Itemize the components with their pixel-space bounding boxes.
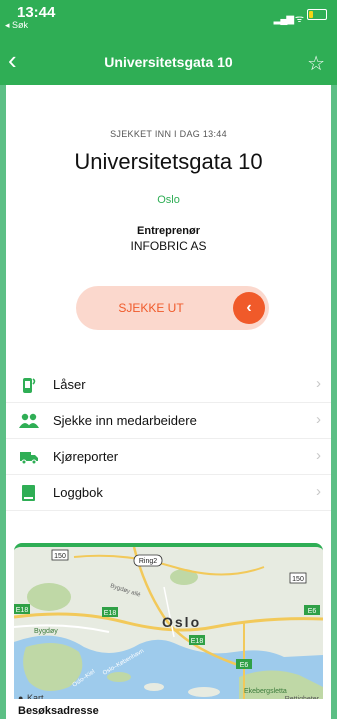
menu-item-locks[interactable]: Låser › — [6, 367, 331, 403]
map-city-label: Oslo — [162, 614, 201, 630]
favorite-star-icon[interactable]: ☆ — [307, 51, 325, 76]
app-screen: 13:44 ◂ Søk ▂▄▆ ᯤ ‹ Universitetsgata 10 … — [0, 0, 337, 719]
menu-label-locks: Låser — [53, 377, 86, 392]
status-time: 13:44 — [17, 4, 56, 21]
signal-wifi-icon: ▂▄▆ ᯤ — [273, 14, 304, 25]
checkout-chevron-icon[interactable]: ‹ — [233, 292, 265, 324]
road-label-150-east: 150 — [292, 576, 304, 583]
map-place-ekebergsletta: Ekebergsletta — [244, 688, 287, 695]
address-section: Besøksadresse — [14, 699, 323, 719]
navigation-bar: ‹ Universitetsgata 10 ☆ — [0, 44, 337, 82]
battery-icon — [307, 9, 327, 20]
road-label-e18-east: E18 — [191, 638, 204, 645]
checkin-status: SJEKKET INN I DAG 13:44 — [110, 129, 227, 139]
people-icon — [19, 411, 39, 429]
lock-phone-icon — [19, 375, 39, 393]
contractor-label: Entreprenør — [137, 225, 200, 237]
back-to-search-link[interactable]: ◂ Søk — [5, 20, 28, 31]
chevron-right-icon: › — [316, 447, 321, 464]
road-label-e18-center: E18 — [104, 610, 117, 617]
road-label-ring2: Ring2 — [139, 558, 157, 565]
road-label-150: 150 — [54, 553, 66, 560]
location-card[interactable]: 150 Ring2 150 E18 E18 E6 E18 E6 Oslo Byg… — [14, 543, 323, 719]
map-view[interactable]: 150 Ring2 150 E18 E18 E6 E18 E6 Oslo Byg… — [14, 547, 323, 707]
action-menu: Låser › Sjekke inn medarbeidere › Kjørep… — [6, 367, 331, 511]
menu-label-logbook: Loggbok — [53, 485, 103, 500]
book-icon — [19, 483, 39, 501]
road-label-e6-east: E6 — [308, 608, 317, 615]
checkout-slider-button[interactable]: SJEKKE UT ‹ — [76, 286, 269, 330]
menu-label-checkin-workers: Sjekke inn medarbeidere — [53, 413, 197, 428]
site-city: Oslo — [157, 194, 180, 206]
nav-title: Universitetsgata 10 — [104, 54, 233, 70]
chevron-right-icon: › — [316, 411, 321, 428]
site-title: Universitetsgata 10 — [74, 149, 263, 174]
map-place-bygdoy: Bygdøy — [34, 628, 58, 635]
visit-address-label: Besøksadresse — [18, 705, 99, 717]
truck-icon — [19, 447, 39, 465]
menu-item-trip-reports[interactable]: Kjøreporter › — [6, 439, 331, 475]
battery-level — [309, 11, 313, 18]
checkout-label: SJEKKE UT — [118, 301, 184, 315]
menu-item-checkin-workers[interactable]: Sjekke inn medarbeidere › — [6, 403, 331, 439]
chevron-right-icon: › — [316, 375, 321, 392]
road-label-e18-west: E18 — [16, 607, 29, 614]
status-bar: 13:44 ◂ Søk ▂▄▆ ᯤ — [0, 0, 337, 32]
menu-item-logbook[interactable]: Loggbok › — [6, 475, 331, 511]
main-content: SJEKKET INN I DAG 13:44 Universitetsgata… — [6, 85, 331, 719]
contractor-name: INFOBRIC AS — [130, 239, 207, 253]
menu-label-trip-reports: Kjøreporter — [53, 449, 119, 464]
road-label-e6-south: E6 — [240, 662, 249, 669]
chevron-right-icon: › — [316, 483, 321, 500]
